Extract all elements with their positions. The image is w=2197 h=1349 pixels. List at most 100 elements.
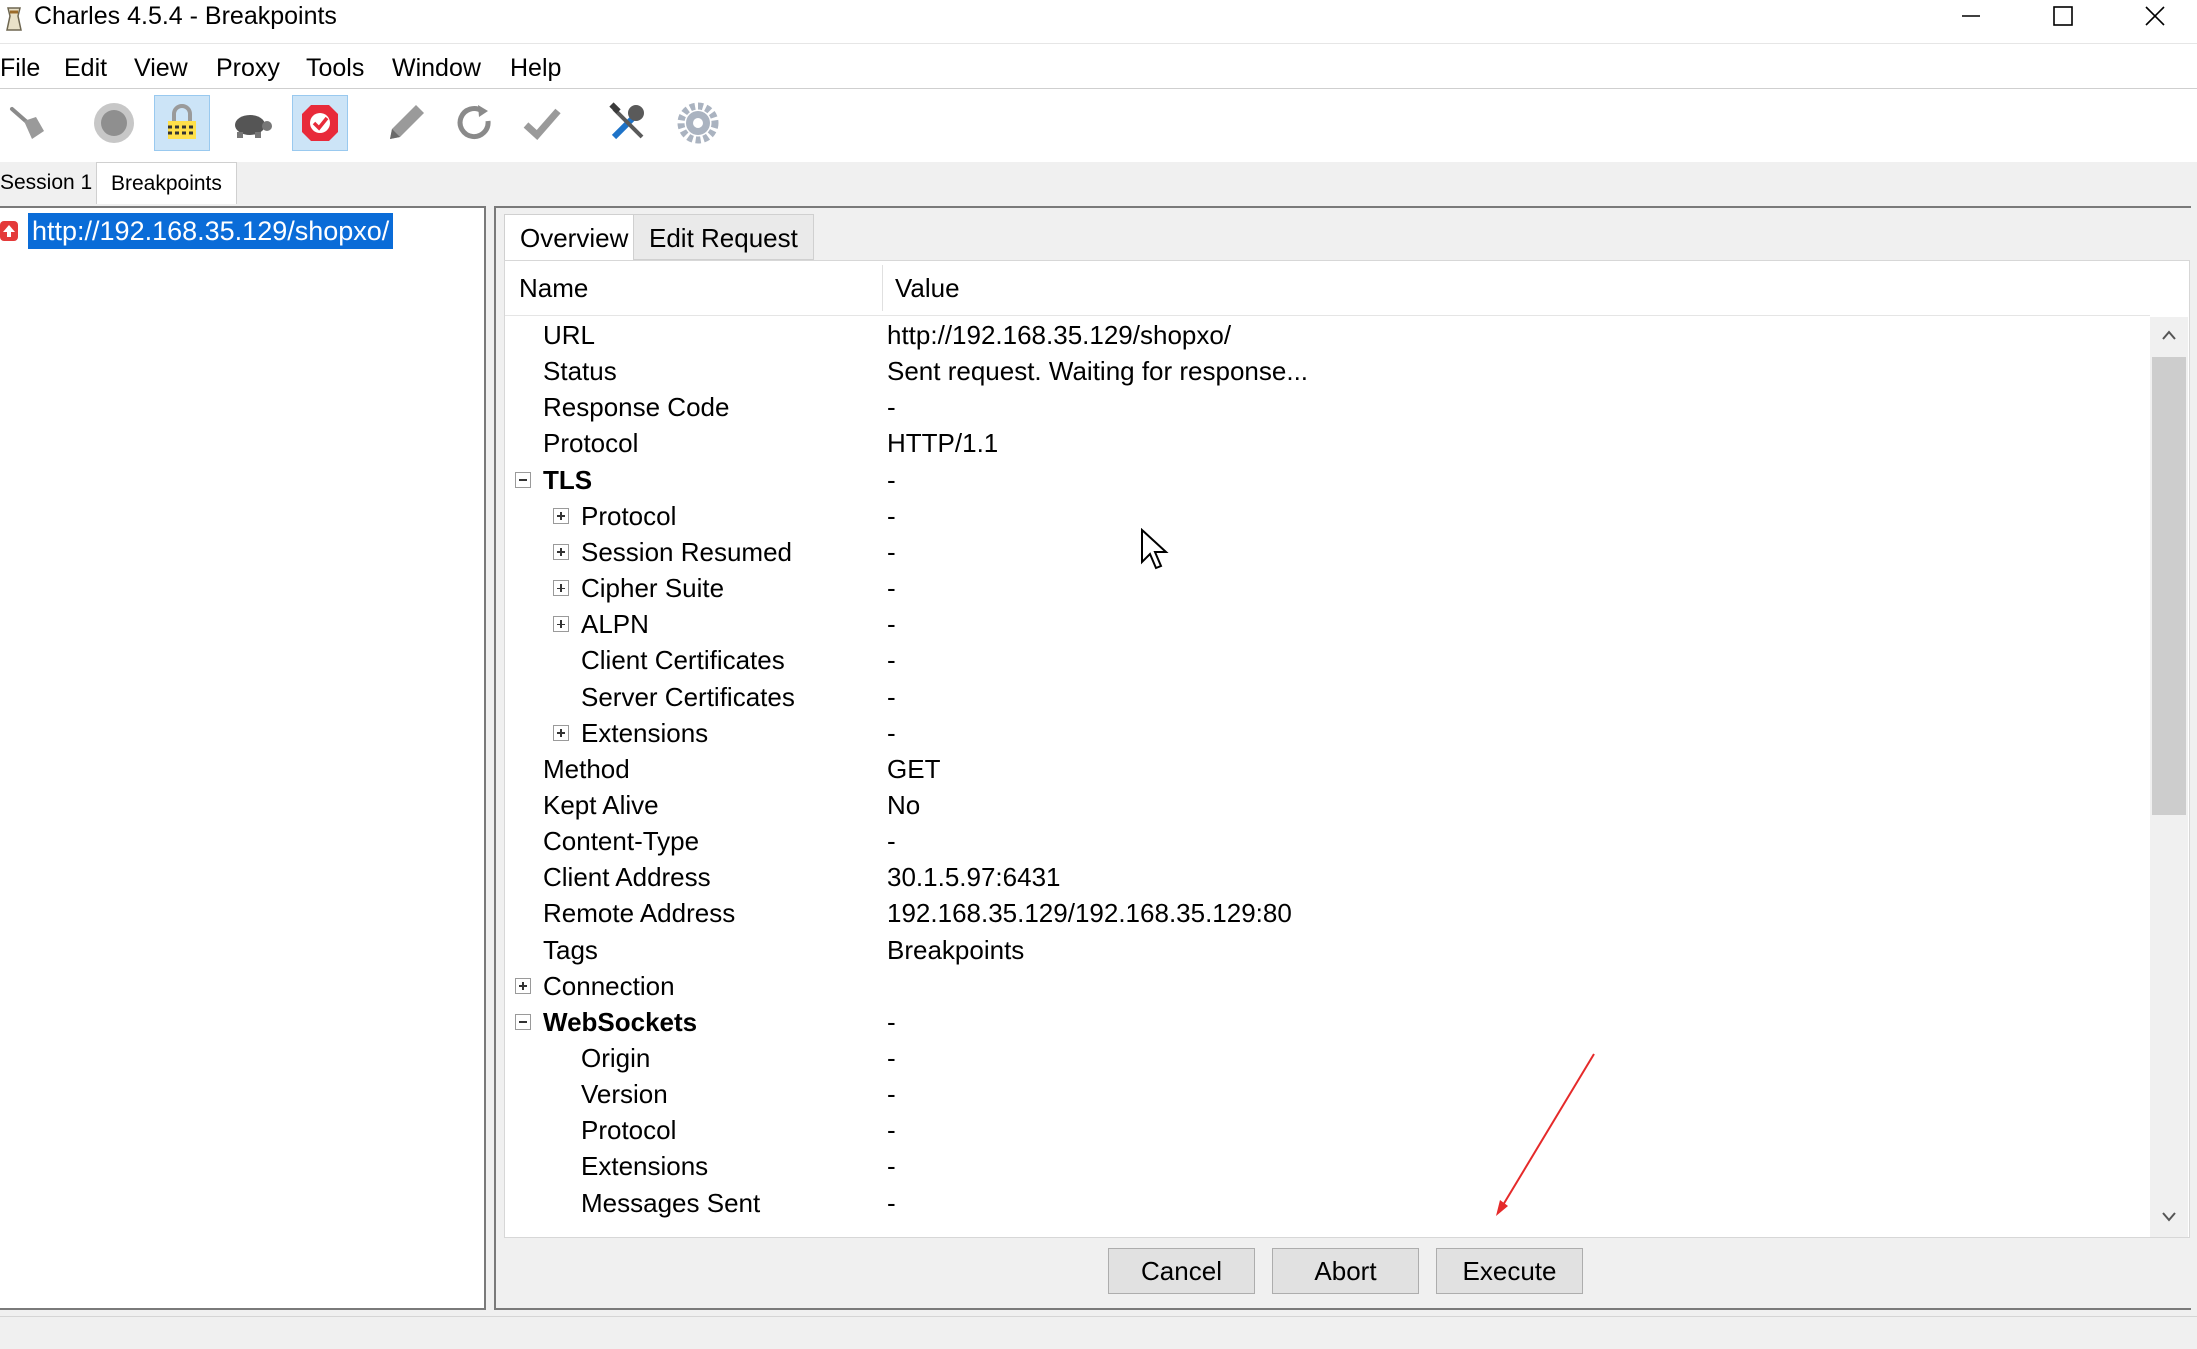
menu-window[interactable]: Window bbox=[392, 44, 481, 88]
row-name: Messages Sent bbox=[581, 1187, 761, 1218]
scroll-down-button[interactable] bbox=[2150, 1199, 2188, 1235]
cancel-button[interactable]: Cancel bbox=[1108, 1248, 1255, 1294]
tab-breakpoints[interactable]: Breakpoints bbox=[96, 162, 237, 204]
maximize-button[interactable] bbox=[2017, 0, 2109, 32]
scrollbar-thumb[interactable] bbox=[2152, 357, 2186, 815]
table-row[interactable]: Server Certificates - bbox=[505, 679, 2145, 715]
row-name: WebSockets bbox=[543, 1006, 698, 1037]
table-row[interactable]: Content-Type - bbox=[505, 823, 2145, 859]
throttle-button[interactable] bbox=[224, 95, 280, 151]
table-row[interactable]: Extensions - bbox=[505, 715, 2145, 751]
table-row[interactable]: Client Address 30.1.5.97:6431 bbox=[505, 859, 2145, 895]
menu-view[interactable]: View bbox=[134, 44, 188, 88]
table-row[interactable]: Extensions - bbox=[505, 1148, 2145, 1184]
table-row[interactable]: Protocol - bbox=[505, 498, 2145, 534]
expand-plus-icon[interactable] bbox=[553, 543, 569, 560]
table-row[interactable]: Connection bbox=[505, 968, 2145, 1004]
row-value: 192.168.35.129/192.168.35.129:80 bbox=[887, 898, 1292, 929]
repeat-button[interactable] bbox=[446, 95, 502, 151]
menu-proxy[interactable]: Proxy bbox=[216, 44, 280, 88]
maximize-icon bbox=[2053, 6, 2073, 26]
minimize-icon bbox=[1962, 15, 1980, 17]
ssl-proxy-button[interactable] bbox=[154, 95, 210, 151]
validate-button[interactable] bbox=[514, 95, 570, 151]
breakpoint-icon bbox=[302, 105, 338, 141]
breakpoint-url[interactable]: http://192.168.35.129/shopxo/ bbox=[28, 213, 394, 249]
table-row[interactable]: Client Certificates - bbox=[505, 642, 2145, 678]
menu-file[interactable]: File bbox=[0, 44, 40, 88]
record-icon bbox=[94, 103, 134, 143]
collapse-minus-icon[interactable] bbox=[515, 471, 531, 488]
row-name: ALPN bbox=[581, 609, 649, 640]
close-button[interactable] bbox=[2109, 0, 2197, 32]
toolbar bbox=[0, 89, 2197, 164]
table-row[interactable]: Status Sent request. Waiting for response… bbox=[505, 353, 2145, 389]
table-row[interactable]: Messages Sent - bbox=[505, 1185, 2145, 1221]
table-row[interactable]: Cipher Suite - bbox=[505, 570, 2145, 606]
column-value-header[interactable]: Value bbox=[895, 261, 960, 315]
clear-session-button[interactable] bbox=[0, 95, 56, 151]
table-row[interactable]: Kept Alive No bbox=[505, 787, 2145, 823]
table-row[interactable]: Remote Address 192.168.35.129/192.168.35.… bbox=[505, 895, 2145, 931]
table-row[interactable]: Tags Breakpoints bbox=[505, 932, 2145, 968]
row-name: Version bbox=[581, 1079, 668, 1110]
row-value: - bbox=[887, 826, 896, 857]
row-name: Client Certificates bbox=[581, 645, 785, 676]
breakpoints-toggle-button[interactable] bbox=[292, 95, 348, 151]
table-row[interactable]: Origin - bbox=[505, 1040, 2145, 1076]
ssl-proxy-icon bbox=[168, 104, 196, 139]
tab-session-1[interactable]: Session 1 bbox=[0, 162, 106, 202]
table-row[interactable]: Protocol - bbox=[505, 1112, 2145, 1148]
table-row[interactable]: TLS - bbox=[505, 462, 2145, 498]
table-row[interactable]: Version - bbox=[505, 1076, 2145, 1112]
menu-tools[interactable]: Tools bbox=[306, 44, 364, 88]
row-name: Cipher Suite bbox=[581, 573, 725, 604]
menu-edit[interactable]: Edit bbox=[64, 44, 107, 88]
row-value: - bbox=[887, 681, 896, 712]
row-name: URL bbox=[543, 320, 596, 350]
scroll-up-button[interactable] bbox=[2150, 317, 2188, 353]
row-value: - bbox=[887, 645, 896, 676]
tab-edit-request[interactable]: Edit Request bbox=[633, 214, 814, 260]
table-row[interactable]: WebSockets - bbox=[505, 1004, 2145, 1040]
expand-plus-icon[interactable] bbox=[553, 616, 569, 633]
expand-plus-icon[interactable] bbox=[553, 507, 569, 524]
row-value: - bbox=[887, 1043, 896, 1073]
table-row[interactable]: Protocol HTTP/1.1 bbox=[505, 425, 2145, 461]
row-name: Extensions bbox=[581, 1151, 709, 1182]
vertical-scrollbar[interactable] bbox=[2150, 317, 2188, 1237]
compose-pen-icon bbox=[390, 105, 424, 139]
settings-button[interactable] bbox=[670, 95, 726, 151]
abort-button[interactable]: Abort bbox=[1272, 1248, 1419, 1294]
expand-plus-icon[interactable] bbox=[553, 580, 569, 597]
column-header: Name Value bbox=[505, 261, 2150, 316]
row-value: - bbox=[887, 609, 896, 640]
execute-button[interactable]: Execute bbox=[1436, 1248, 1583, 1294]
table-row[interactable]: Session Resumed - bbox=[505, 534, 2145, 570]
charles-app-icon bbox=[2, 4, 26, 34]
collapse-minus-icon[interactable] bbox=[515, 1013, 531, 1030]
annotation-arrow-icon bbox=[1496, 1053, 1595, 1216]
row-name: Connection bbox=[543, 970, 675, 1001]
tools-icon bbox=[609, 102, 644, 140]
overview-grid: Name Value URL http://192.168.35.129/shop… bbox=[504, 260, 2190, 1238]
row-value: - bbox=[887, 1115, 896, 1146]
table-row[interactable]: URL http://192.168.35.129/shopxo/ bbox=[505, 317, 2145, 353]
row-name: Content-Type bbox=[543, 826, 700, 857]
chevron-up-icon bbox=[2162, 330, 2176, 340]
record-button[interactable] bbox=[86, 95, 142, 151]
column-divider[interactable] bbox=[882, 265, 883, 311]
column-name-header[interactable]: Name bbox=[519, 261, 588, 315]
minimize-button[interactable] bbox=[1925, 0, 2017, 32]
tab-overview[interactable]: Overview bbox=[504, 214, 645, 262]
chevron-down-icon bbox=[2162, 1212, 2176, 1222]
table-row[interactable]: ALPN - bbox=[505, 606, 2145, 642]
expand-plus-icon[interactable] bbox=[515, 977, 531, 994]
throttle-turtle-icon bbox=[235, 115, 272, 138]
compose-button[interactable] bbox=[378, 95, 434, 151]
table-row[interactable]: Method GET bbox=[505, 751, 2145, 787]
menu-help[interactable]: Help bbox=[510, 44, 561, 88]
table-row[interactable]: Response Code - bbox=[505, 389, 2145, 425]
tools-button[interactable] bbox=[600, 95, 656, 151]
expand-plus-icon[interactable] bbox=[553, 724, 569, 741]
